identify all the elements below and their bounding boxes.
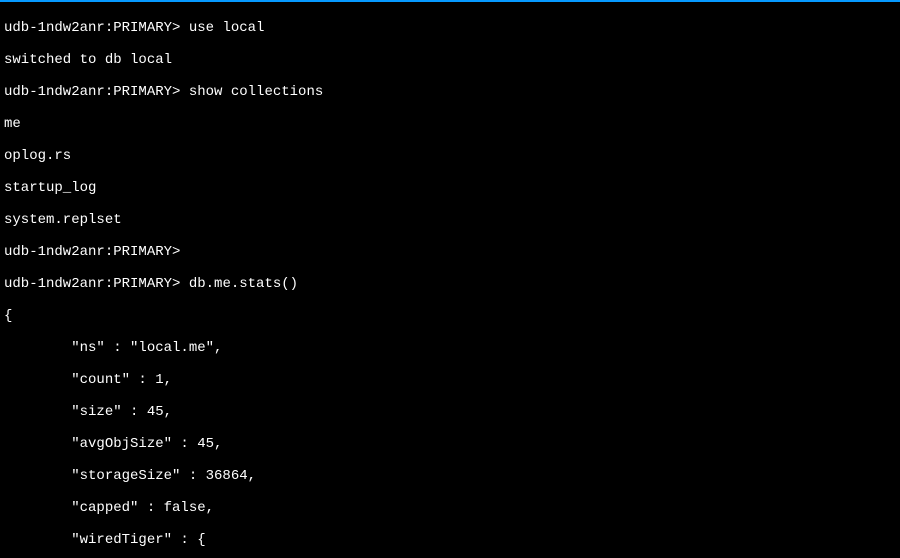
output-line: switched to db local — [4, 52, 896, 68]
prompt-line[interactable]: udb-1ndw2anr:PRIMARY> — [4, 244, 896, 260]
prompt: udb-1ndw2anr:PRIMARY> — [4, 84, 189, 100]
output-line: "ns" : "local.me", — [4, 340, 896, 356]
terminal-output: udb-1ndw2anr:PRIMARY> use local switched… — [0, 2, 900, 558]
output-line: "wiredTiger" : { — [4, 532, 896, 548]
output-line: "count" : 1, — [4, 372, 896, 388]
output-line: "capped" : false, — [4, 500, 896, 516]
output-line: "storageSize" : 36864, — [4, 468, 896, 484]
prompt-line[interactable]: udb-1ndw2anr:PRIMARY> db.me.stats() — [4, 276, 896, 292]
output-line: system.replset — [4, 212, 896, 228]
prompt: udb-1ndw2anr:PRIMARY> — [4, 244, 189, 260]
prompt: udb-1ndw2anr:PRIMARY> — [4, 276, 189, 292]
output-line: me — [4, 116, 896, 132]
command: use local — [189, 20, 265, 36]
prompt-line[interactable]: udb-1ndw2anr:PRIMARY> use local — [4, 20, 896, 36]
command: show collections — [189, 84, 323, 100]
command: db.me.stats() — [189, 276, 298, 292]
output-line: startup_log — [4, 180, 896, 196]
output-line: "size" : 45, — [4, 404, 896, 420]
prompt: udb-1ndw2anr:PRIMARY> — [4, 20, 189, 36]
output-line: "avgObjSize" : 45, — [4, 436, 896, 452]
output-line: { — [4, 308, 896, 324]
output-line: oplog.rs — [4, 148, 896, 164]
prompt-line[interactable]: udb-1ndw2anr:PRIMARY> show collections — [4, 84, 896, 100]
